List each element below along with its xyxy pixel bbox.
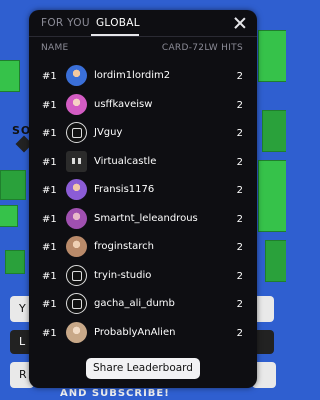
leaderboard-row[interactable]: #1 ProbablyAnAlien 2 (29, 319, 257, 348)
username: froginstarch (94, 241, 154, 252)
username: JVguy (94, 127, 123, 138)
hit-count: 2 (236, 270, 243, 282)
rank: #1 (42, 185, 57, 196)
leaderboard-row[interactable]: #1 Smartnt_leleandrous 2 (29, 205, 257, 234)
avatar (66, 264, 87, 286)
leaderboard-row[interactable]: #1 tryin-studio 2 (29, 262, 257, 291)
leaderboard-row[interactable]: #1 Virtualcastle 2 (29, 148, 257, 177)
avatar (66, 65, 87, 86)
username: ProbablyAnAlien (94, 326, 176, 338)
hit-count: 2 (236, 156, 243, 168)
avatar (66, 150, 87, 172)
grass-block (262, 110, 286, 152)
username: gacha_ali_dumb (94, 298, 175, 309)
avatar (66, 236, 87, 257)
leaderboard-row[interactable]: #1 JVguy 2 (29, 119, 257, 148)
rank: #1 (42, 71, 57, 82)
grass-block (5, 250, 25, 274)
background-text: AND SUBSCRIBE! (60, 388, 170, 399)
leaderboard-row[interactable]: #1 usffkaveisw 2 (29, 91, 257, 120)
tab-bar: FOR YOU GLOBAL (29, 10, 257, 37)
grass-block (258, 160, 286, 232)
leaderboard-row[interactable]: #1 lordim1lordim2 2 (29, 62, 257, 91)
hit-count: 2 (236, 185, 243, 196)
rank: #1 (42, 99, 57, 111)
rank: #1 (42, 128, 57, 139)
username: usffkaveisw (94, 98, 153, 110)
rank: #1 (42, 327, 57, 339)
grass-block (0, 170, 26, 200)
leaderboard-row[interactable]: #1 Fransis1176 2 (29, 176, 257, 205)
leaderboard-modal: FOR YOU GLOBAL NAME CARD-72LW HITS #1 lo… (29, 10, 257, 388)
rank: #1 (42, 156, 57, 168)
tab-global[interactable]: GLOBAL (96, 17, 140, 29)
grass-block (258, 30, 286, 82)
hit-count: 2 (236, 213, 243, 225)
avatar (66, 179, 87, 200)
grass-block (0, 60, 20, 92)
leaderboard-row[interactable]: #1 gacha_ali_dumb 2 (29, 290, 257, 319)
avatar (66, 293, 87, 314)
avatar (66, 93, 87, 115)
hit-count: 2 (236, 71, 243, 82)
rank: #1 (42, 242, 57, 253)
username: Virtualcastle (94, 155, 157, 167)
hit-count: 2 (236, 299, 243, 310)
column-header-hits: CARD-72LW HITS (161, 43, 243, 53)
tab-for-you[interactable]: FOR YOU (41, 17, 90, 29)
hit-count: 2 (236, 99, 243, 111)
rank: #1 (42, 299, 57, 310)
grass-block (0, 205, 18, 227)
hit-count: 2 (236, 327, 243, 339)
username: tryin-studio (94, 269, 152, 281)
avatar (66, 321, 87, 343)
username: Fransis1176 (94, 184, 155, 195)
username: lordim1lordim2 (94, 70, 171, 81)
active-tab-indicator (91, 34, 139, 36)
username: Smartnt_leleandrous (94, 212, 198, 224)
leaderboard-list: #1 lordim1lordim2 2 #1 usffkaveisw 2 #1 … (29, 62, 257, 347)
leaderboard-row[interactable]: #1 froginstarch 2 (29, 233, 257, 262)
avatar (66, 122, 87, 143)
close-icon[interactable] (233, 16, 247, 30)
rank: #1 (42, 270, 57, 282)
avatar (66, 207, 87, 229)
column-header: NAME CARD-72LW HITS (41, 43, 243, 53)
hit-count: 2 (236, 242, 243, 253)
rank: #1 (42, 213, 57, 225)
hit-count: 2 (236, 128, 243, 139)
column-header-name: NAME (41, 43, 69, 53)
grass-block (265, 240, 286, 282)
share-leaderboard-button[interactable]: Share Leaderboard (86, 358, 200, 379)
